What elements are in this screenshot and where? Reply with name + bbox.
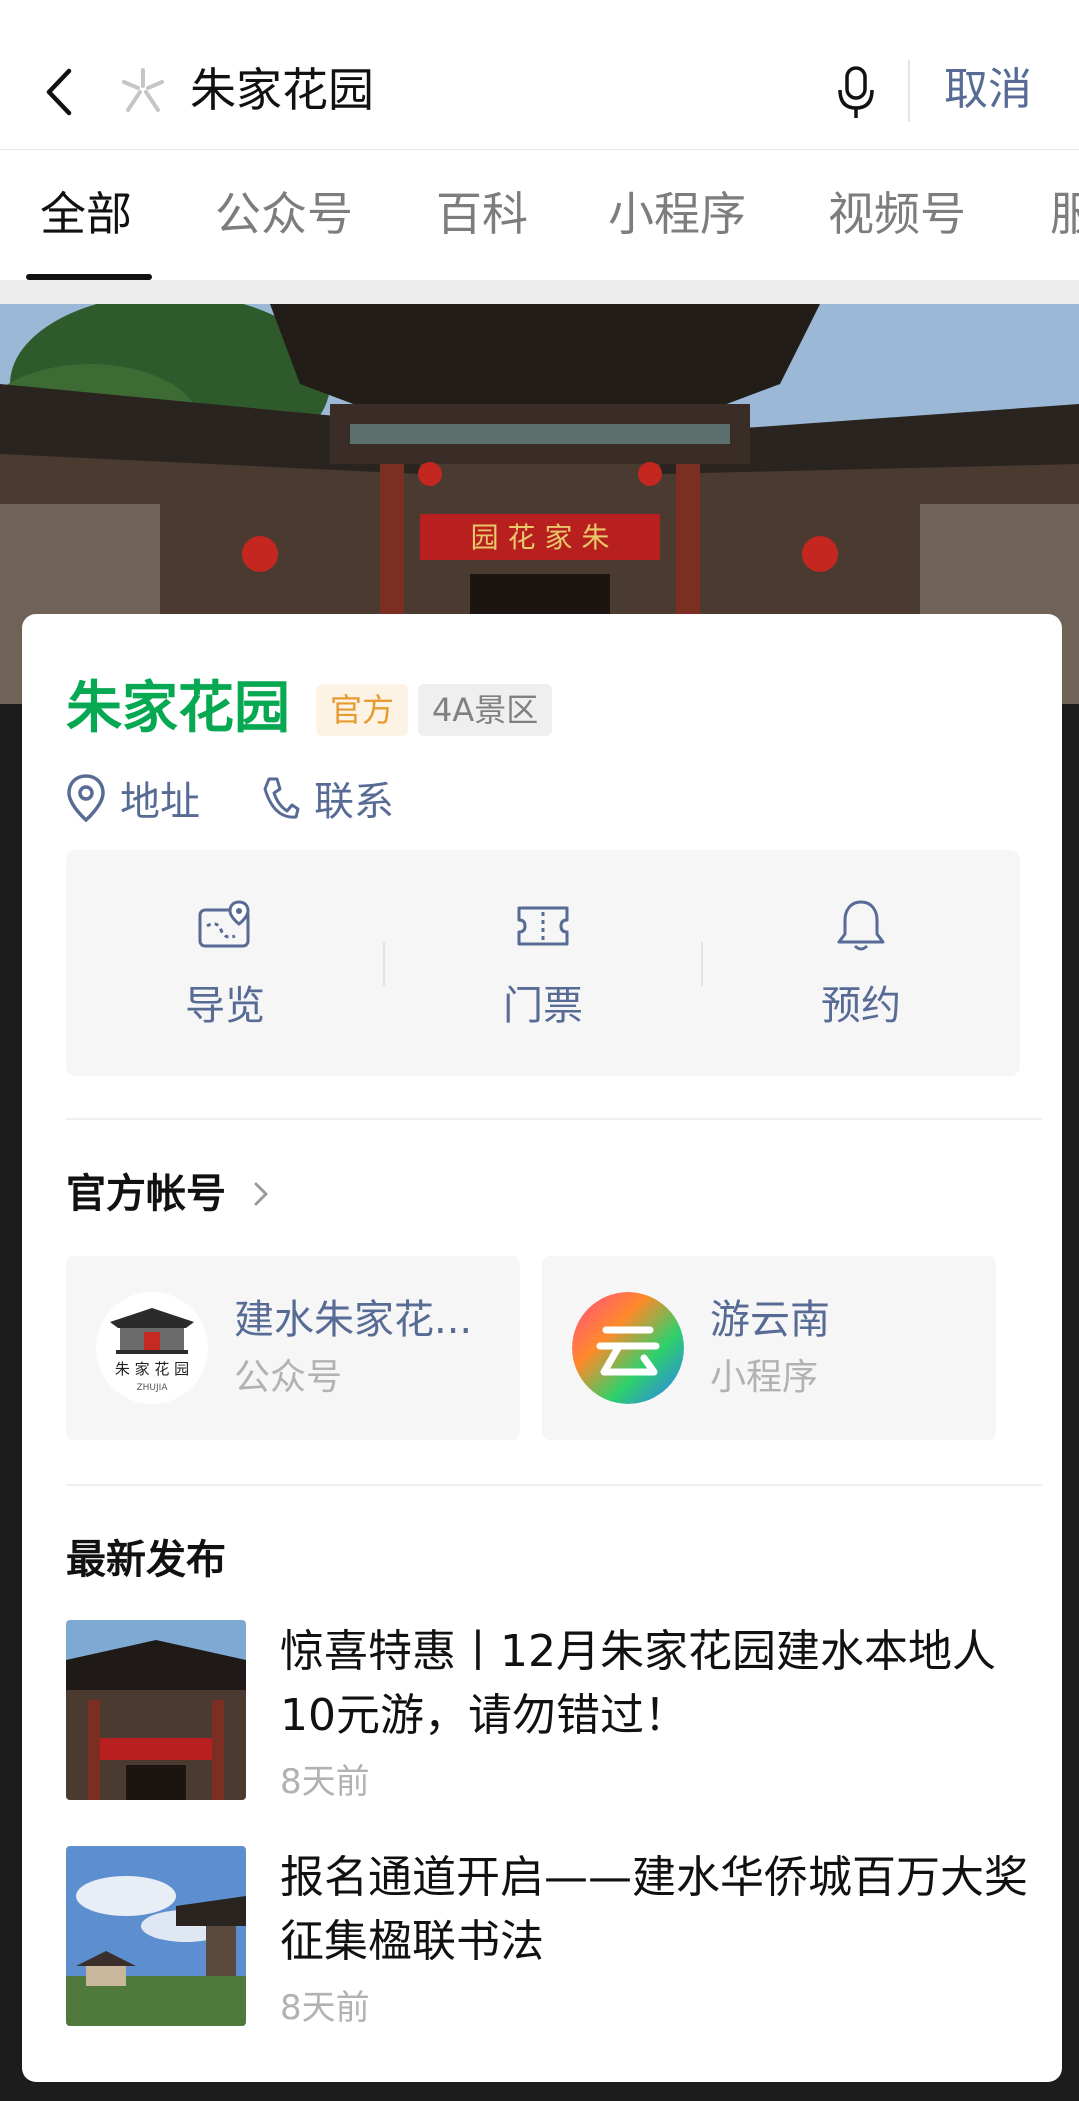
phone-icon (263, 777, 300, 819)
post-time: 8天前 (280, 1762, 370, 1802)
official-accounts-title[interactable]: 官方帐号 (66, 1166, 226, 1222)
back-button[interactable] (36, 62, 80, 122)
section-divider (66, 1484, 1042, 1486)
account-card[interactable]: 朱 家 花 园 ZHUJIA 建水朱家花... 公众号 (66, 1256, 520, 1440)
microphone-icon (838, 66, 874, 118)
ticket-icon (517, 906, 569, 946)
svg-text:ZHUJIA: ZHUJIA (137, 1383, 169, 1393)
tab-all[interactable]: 全部 (40, 182, 132, 246)
tab-mini-programs[interactable]: 小程序 (608, 182, 746, 246)
section-divider (66, 1118, 1042, 1120)
service-guide[interactable]: 导览 (66, 850, 384, 1076)
post-item[interactable]: 报名通道开启——建水华侨城百万大奖征集楹联书法 8天前 (66, 1846, 1042, 2036)
post-time: 8天前 (280, 1988, 370, 2028)
tabs-separator (0, 280, 1079, 304)
official-badge: 官方 (316, 684, 409, 736)
tab-services[interactable]: 服 (1050, 182, 1079, 246)
svg-text:朱 家 花 园: 朱 家 花 园 (115, 1360, 189, 1378)
post-thumbnail (66, 1620, 246, 1800)
cancel-button[interactable]: 取消 (944, 58, 1032, 122)
contact-label: 联系 (314, 779, 394, 825)
svg-text:园 花 家 朱: 园 花 家 朱 (471, 521, 610, 554)
chevron-right-icon[interactable] (250, 1174, 274, 1214)
service-reservation[interactable]: 预约 (702, 850, 1020, 1076)
you-yunnan-logo-icon (572, 1292, 684, 1404)
place-title[interactable]: 朱家花园 (66, 672, 290, 746)
account-type: 公众号 (234, 1357, 343, 1398)
search-bar: 朱家花园 取消 (0, 0, 1079, 150)
contact-link[interactable]: 联系 (260, 766, 394, 830)
post-item[interactable]: 惊喜特惠丨12月朱家花园建水本地人10元游，请勿错过！ 8天前 (66, 1620, 1042, 1810)
service-guide-label: 导览 (185, 983, 265, 1029)
scenic-level-badge: 4A景区 (418, 684, 553, 736)
garden-logo-icon: 朱 家 花 园 ZHUJIA (96, 1292, 208, 1404)
search-input[interactable]: 朱家花园 (190, 58, 374, 122)
post-title: 惊喜特惠丨12月朱家花园建水本地人10元游，请勿错过！ (280, 1626, 996, 1741)
pavilion-thumbnail-image (66, 1846, 246, 2026)
service-tickets[interactable]: 门票 (384, 850, 702, 1076)
service-reservation-label: 预约 (821, 983, 901, 1029)
post-title: 报名通道开启——建水华侨城百万大奖征集楹联书法 (280, 1852, 1028, 1967)
account-name: 建水朱家花... (234, 1297, 473, 1343)
account-type: 小程序 (710, 1357, 819, 1398)
tab-encyclopedia[interactable]: 百科 (436, 182, 528, 246)
bell-icon (837, 900, 885, 951)
address-label: 地址 (120, 779, 200, 825)
service-grid: 导览 门票 预约 (66, 850, 1020, 1076)
service-tickets-label: 门票 (503, 983, 583, 1029)
latest-posts-title: 最新发布 (66, 1537, 226, 1583)
map-pin-icon (198, 900, 250, 948)
account-name: 游云南 (710, 1297, 830, 1343)
search-bar-divider (908, 60, 910, 122)
tab-official-accounts[interactable]: 公众号 (215, 182, 353, 246)
avatar: 朱 家 花 园 ZHUJIA (96, 1292, 208, 1404)
account-card[interactable]: 游云南 小程序 (542, 1256, 996, 1440)
category-tabs: 全部 公众号 百科 小程序 视频号 服 (0, 150, 1079, 280)
place-card: 朱家花园 官方 4A景区 地址 联系 导览 门票 预约 官方帐号 朱 家 花 园… (22, 614, 1062, 2082)
tab-channels[interactable]: 视频号 (828, 182, 966, 246)
temple-thumbnail-image (66, 1620, 246, 1800)
avatar (572, 1292, 684, 1404)
chevron-left-icon (46, 68, 72, 116)
address-link[interactable]: 地址 (66, 766, 200, 830)
voice-input-button[interactable] (836, 62, 876, 122)
wechat-search-icon (122, 68, 164, 112)
location-pin-icon (67, 774, 105, 823)
post-thumbnail (66, 1846, 246, 2026)
